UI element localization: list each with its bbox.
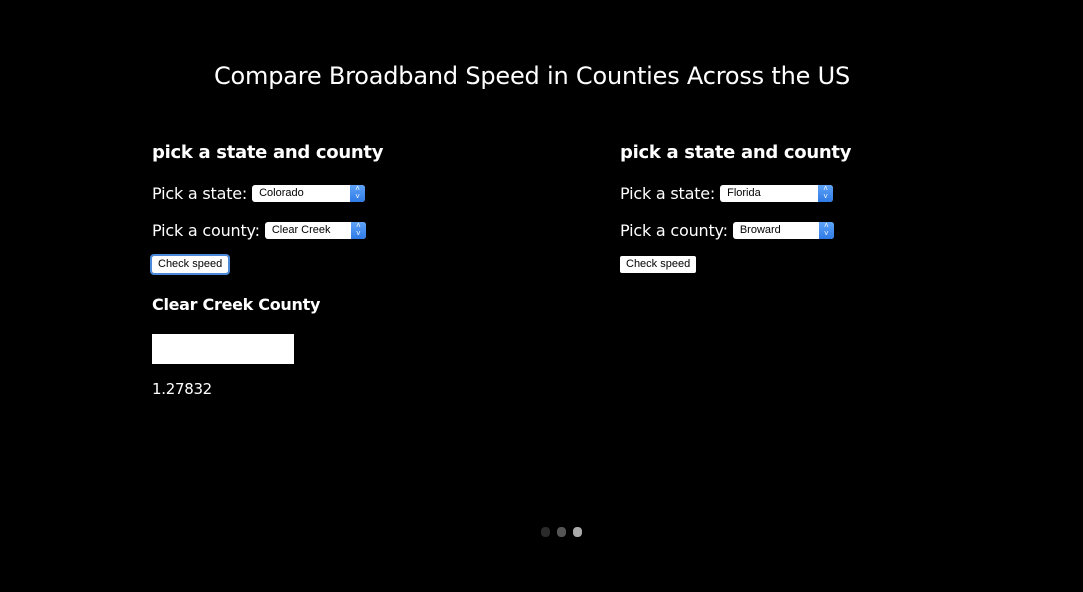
panel-heading: pick a state and county [152, 142, 384, 163]
comparison-panel-right: pick a state and county Pick a state: Fl… [620, 140, 1020, 273]
state-select[interactable]: Colorado ˄ ˅ [252, 184, 366, 202]
county-label: Pick a county: [620, 220, 728, 240]
check-speed-button[interactable]: Check speed [620, 256, 697, 273]
state-select[interactable]: Florida ˄ ˅ [720, 184, 834, 202]
state-row: Pick a state: Colorado ˄ ˅ [152, 182, 552, 204]
county-label: Pick a county: [152, 220, 260, 240]
county-row: Pick a county: Broward ˄ ˅ [620, 219, 1020, 241]
slide-pager [541, 527, 582, 537]
pager-dot[interactable] [541, 527, 550, 537]
result-county-name: Clear Creek County [152, 295, 321, 314]
state-row: Pick a state: Florida ˄ ˅ [620, 182, 1020, 204]
check-speed-button[interactable]: Check speed [149, 254, 231, 275]
chevron-up-down-icon: ˄ ˅ [350, 221, 366, 239]
panel-heading: pick a state and county [620, 142, 852, 163]
page-title: Compare Broadband Speed in Counties Acro… [213, 62, 851, 90]
state-label: Pick a state: [152, 183, 248, 203]
county-select[interactable]: Broward ˄ ˅ [732, 221, 834, 239]
county-row: Pick a county: Clear Creek ˄ ˅ [152, 219, 552, 241]
county-select-value: Broward [739, 223, 781, 236]
page: Compare Broadband Speed in Counties Acro… [0, 0, 1083, 592]
comparison-panel-left: pick a state and county Pick a state: Co… [149, 140, 552, 398]
speed-bar [152, 334, 294, 364]
chevron-up-down-icon: ˄ ˅ [350, 184, 366, 202]
chevron-up-down-icon: ˄ ˅ [818, 221, 834, 239]
chevron-up-down-icon: ˄ ˅ [818, 184, 834, 202]
state-select-value: Florida [727, 186, 761, 199]
pager-dot-active[interactable] [573, 527, 582, 537]
county-select-value: Clear Creek [271, 223, 331, 236]
pager-dot[interactable] [557, 527, 566, 537]
speed-value: 1.27832 [152, 380, 212, 398]
state-select-value: Colorado [259, 186, 304, 199]
state-label: Pick a state: [620, 183, 716, 203]
county-select[interactable]: Clear Creek ˄ ˅ [264, 221, 366, 239]
